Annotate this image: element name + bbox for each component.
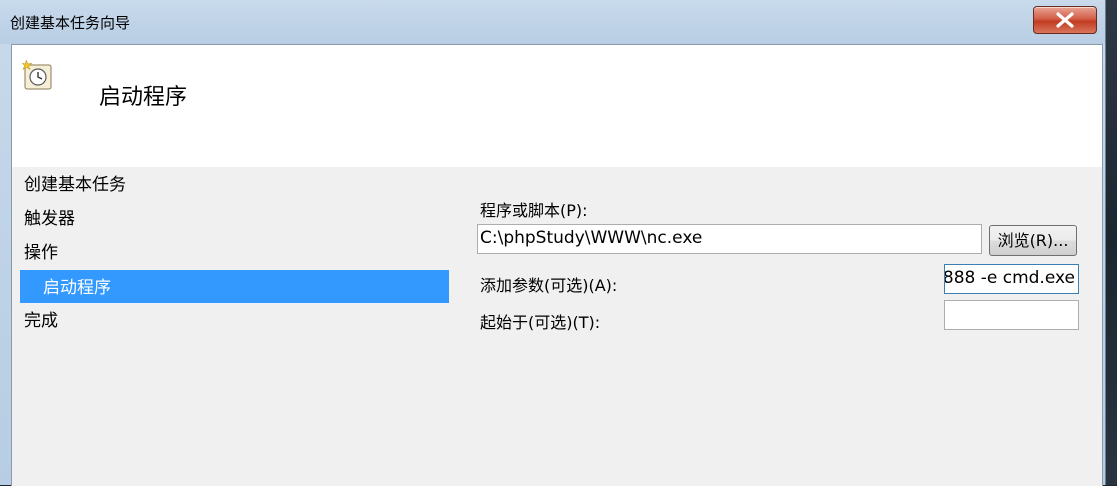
title-bar[interactable]: 创建基本任务向导 <box>0 0 1105 44</box>
wizard-window: 创建基本任务向导 启动程序 创建基本任务 触发器 操作 启动程序 完成 程序或脚… <box>0 0 1106 486</box>
args-input[interactable]: 888 -e cmd.exe <box>944 264 1079 294</box>
close-button[interactable] <box>1033 6 1097 34</box>
window-title: 创建基本任务向导 <box>10 14 131 32</box>
wizard-header: 启动程序 <box>12 45 1102 167</box>
start-in-input[interactable] <box>944 300 1079 330</box>
page-title: 启动程序 <box>99 85 188 110</box>
task-clock-icon <box>21 59 52 90</box>
nav-item-action[interactable]: 操作 <box>24 238 58 263</box>
program-label: 程序或脚本(P): <box>480 201 588 220</box>
nav-item-start-program[interactable]: 启动程序 <box>20 270 449 303</box>
wizard-client-area: 启动程序 创建基本任务 触发器 操作 启动程序 完成 程序或脚本(P): C:\… <box>11 44 1103 486</box>
nav-item-label: 启动程序 <box>43 278 111 298</box>
close-icon <box>1056 12 1074 28</box>
desktop-edge <box>1106 0 1117 485</box>
browse-button[interactable]: 浏览(R)... <box>989 225 1077 256</box>
nav-item-finish[interactable]: 完成 <box>24 306 58 331</box>
program-input-value: C:\phpStudy\WWW\nc.exe <box>480 228 703 248</box>
start-in-label: 起始于(可选)(T): <box>480 313 601 332</box>
args-label: 添加参数(可选)(A): <box>480 276 618 295</box>
nav-item-trigger[interactable]: 触发器 <box>24 204 75 229</box>
nav-item-create-basic-task[interactable]: 创建基本任务 <box>24 170 126 195</box>
args-input-value: 888 -e cmd.exe <box>944 268 1075 288</box>
program-input[interactable]: C:\phpStudy\WWW\nc.exe <box>477 224 982 254</box>
